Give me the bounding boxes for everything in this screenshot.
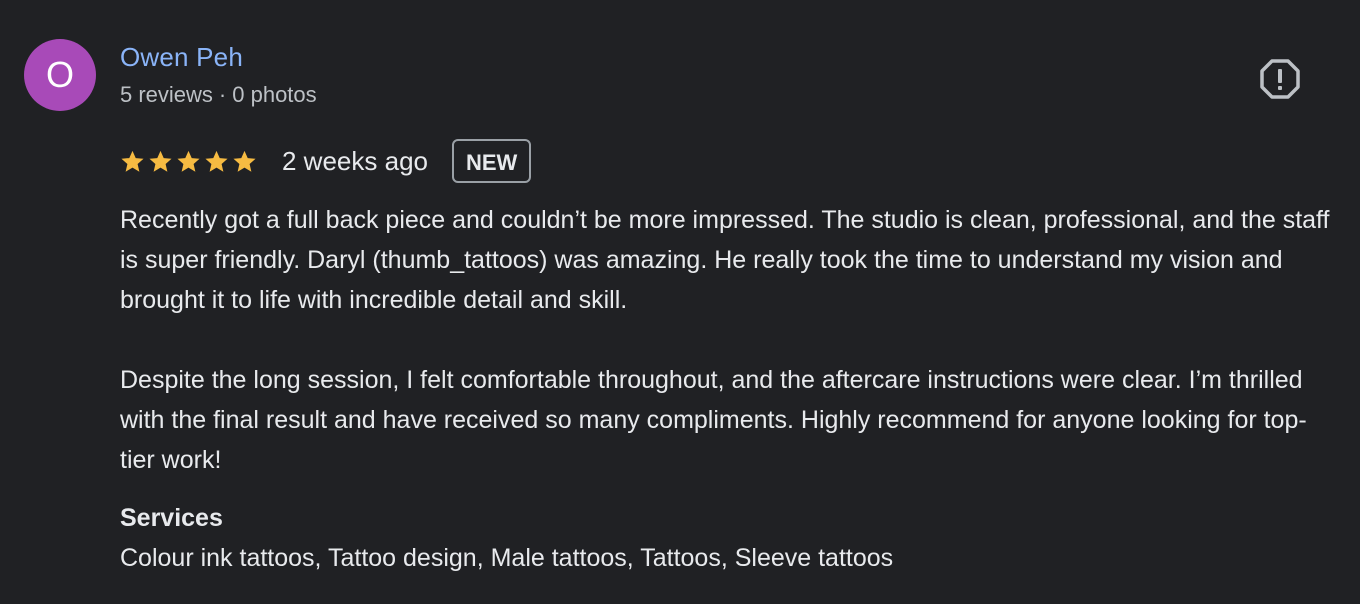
reviews-count: 5 reviews: [120, 82, 213, 107]
review-time: 2 weeks ago: [282, 145, 428, 176]
star-rating: [120, 149, 257, 174]
star-icon: [120, 149, 145, 174]
services-label: Services: [120, 504, 223, 532]
avatar[interactable]: O: [24, 39, 96, 111]
star-icon: [176, 149, 201, 174]
new-badge: NEW: [451, 139, 532, 183]
services-list: Colour ink tattoos, Tattoo design, Male …: [120, 544, 894, 572]
avatar-initial: O: [45, 54, 74, 95]
rating-row: 2 weeks ago NEW: [120, 137, 532, 185]
review-text: Recently got a full back piece and could…: [120, 200, 1335, 480]
star-icon: [148, 149, 173, 174]
report-flag-icon: [1260, 59, 1300, 99]
author-meta: 5 reviews · 0 photos: [120, 82, 317, 108]
author-name-link[interactable]: Owen Peh: [120, 42, 243, 73]
review-paragraph: Recently got a full back piece and could…: [120, 206, 1330, 314]
photos-count: 0 photos: [232, 82, 317, 107]
review-card: O Owen Peh 5 reviews · 0 photos 2 weeks ag…: [0, 0, 1360, 604]
star-icon: [204, 149, 229, 174]
report-review-button[interactable]: [1259, 58, 1301, 100]
review-paragraph: Despite the long session, I felt comfort…: [120, 366, 1307, 474]
meta-separator: ·: [218, 82, 227, 107]
star-icon: [232, 149, 257, 174]
